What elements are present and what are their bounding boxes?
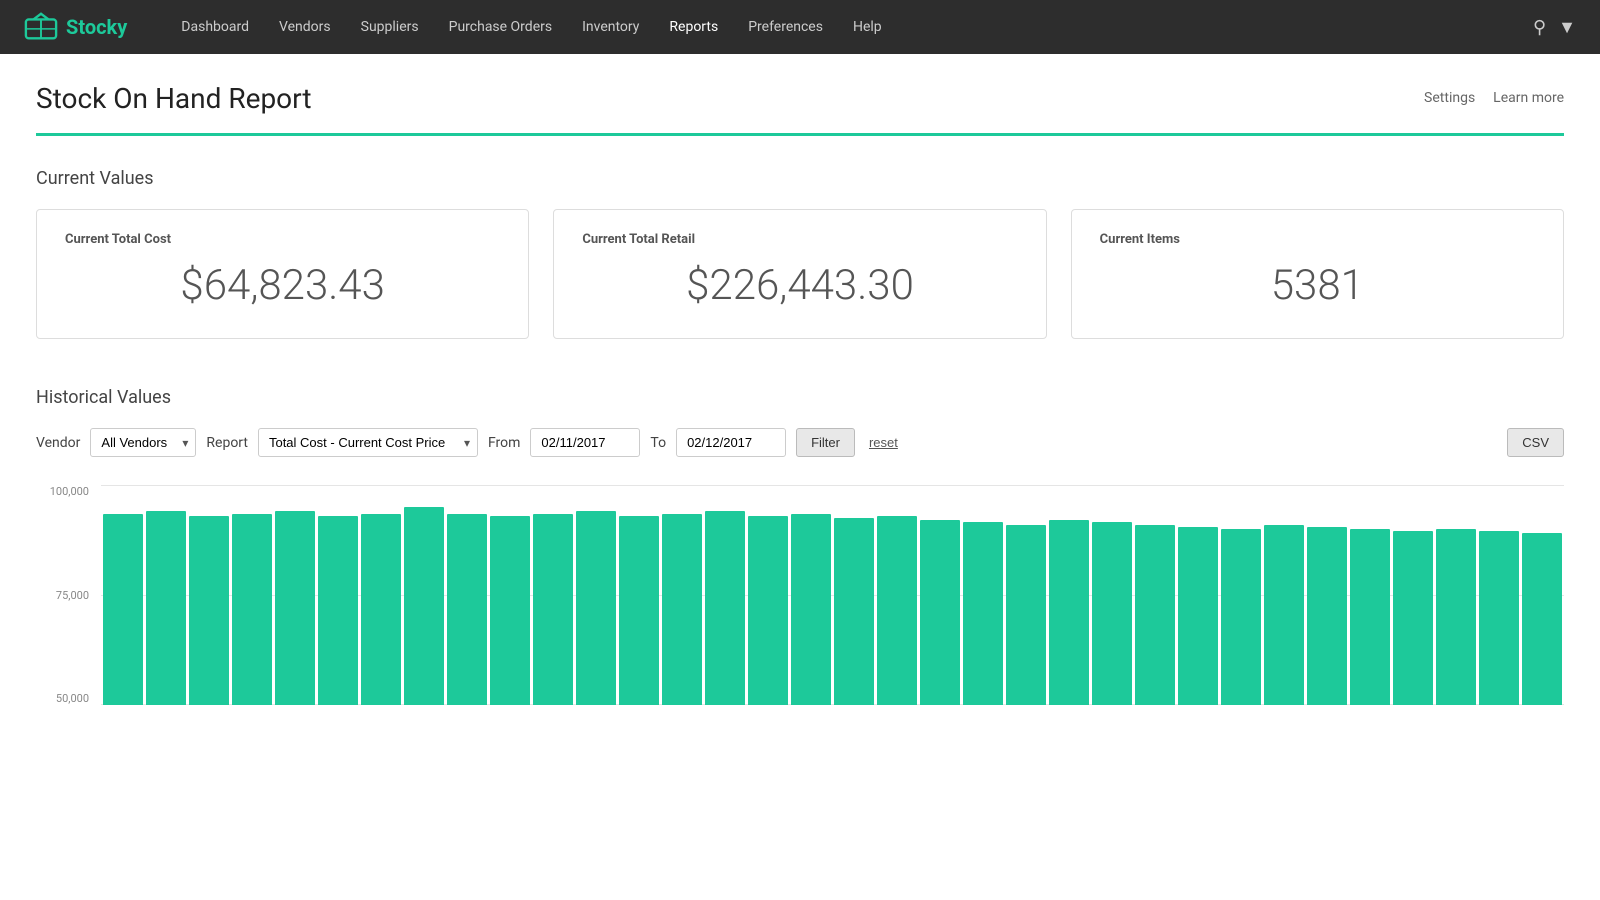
chart-bar [877,516,917,705]
vendor-select[interactable]: All Vendors [90,428,196,457]
card-current-items-value: 5381 [1100,261,1535,310]
chart-bar [920,520,960,705]
chart-bar [1049,520,1089,705]
chart-bar [1092,522,1132,705]
to-label: To [650,435,666,451]
card-total-retail-label: Current Total Retail [582,232,1017,247]
chart-bar [619,516,659,705]
teal-divider [36,133,1564,136]
filters-row: Vendor All Vendors Report Total Cost - C… [36,428,1564,457]
filter-button[interactable]: Filter [796,428,855,457]
report-label: Report [206,435,248,451]
chart-bar [1350,529,1390,705]
chart-bar [146,511,186,705]
chart-bar [318,516,358,705]
chart-y-label-100k: 100,000 [50,485,89,498]
chart-bar [963,522,1003,705]
cards-row: Current Total Cost $64,823.43 Current To… [36,209,1564,339]
chart-bar [189,516,229,705]
nav-right: ⚲ ▼ [1533,17,1576,38]
search-icon[interactable]: ⚲ [1533,17,1546,38]
logo-text: Stocky [66,15,127,39]
chart-bar [533,514,573,705]
chart-y-label-75k: 75,000 [56,589,89,602]
chart-bar [834,518,874,705]
nav-link-preferences[interactable]: Preferences [734,13,837,41]
from-label: From [488,435,520,451]
reset-button[interactable]: reset [865,429,902,456]
nav-link-purchase-orders[interactable]: Purchase Orders [435,13,566,41]
chart-bar [1178,527,1218,705]
from-date-input[interactable] [530,428,640,457]
historical-section: Historical Values Vendor All Vendors Rep… [36,387,1564,705]
chart-bar [1436,529,1476,705]
card-current-items: Current Items 5381 [1071,209,1564,339]
vendor-label: Vendor [36,435,80,451]
chart-bar [361,514,401,705]
chart-bar [275,511,315,705]
report-select[interactable]: Total Cost - Current Cost Price [258,428,478,457]
page-content: Stock On Hand Report Settings Learn more… [0,54,1600,705]
chart-bar [576,511,616,705]
chart-bar [1135,525,1175,705]
historical-values-title: Historical Values [36,387,1564,408]
chart-bar [404,507,444,705]
settings-link[interactable]: Settings [1424,90,1475,106]
page-actions: Settings Learn more [1424,82,1564,106]
learn-more-link[interactable]: Learn more [1493,90,1564,106]
page-header: Stock On Hand Report Settings Learn more [36,82,1564,115]
chart-bar [791,514,831,705]
nav-link-vendors[interactable]: Vendors [265,13,345,41]
chart-bar [662,514,702,705]
chart-bar [748,516,788,705]
chart-bar [1264,525,1304,705]
chart-bar [103,514,143,705]
chart-y-label-50k: 50,000 [56,692,89,705]
chart-bar [705,511,745,705]
chart-bar [1522,533,1562,705]
chart-bar [1479,531,1519,705]
navigation: Stocky Dashboard Vendors Suppliers Purch… [0,0,1600,54]
chart-bar [1307,527,1347,705]
nav-link-dashboard[interactable]: Dashboard [167,13,263,41]
current-values-section: Current Values Current Total Cost $64,82… [36,168,1564,339]
page-title: Stock On Hand Report [36,82,311,115]
nav-links: Dashboard Vendors Suppliers Purchase Ord… [167,13,1533,41]
current-values-title: Current Values [36,168,1564,189]
csv-button[interactable]: CSV [1507,428,1564,457]
nav-link-help[interactable]: Help [839,13,896,41]
vendor-select-wrapper: All Vendors [90,428,196,457]
nav-link-reports[interactable]: Reports [655,13,732,41]
chart-bar [447,514,487,705]
logo-icon [24,10,58,44]
chart-area: 100,000 75,000 50,000 [36,485,1564,705]
chart-bars [101,485,1564,705]
card-total-cost-label: Current Total Cost [65,232,500,247]
to-date-input[interactable] [676,428,786,457]
card-total-retail: Current Total Retail $226,443.30 [553,209,1046,339]
report-select-wrapper: Total Cost - Current Cost Price [258,428,478,457]
card-total-cost: Current Total Cost $64,823.43 [36,209,529,339]
nav-link-inventory[interactable]: Inventory [568,13,653,41]
nav-dropdown-icon[interactable]: ▼ [1558,17,1576,38]
chart-bars-wrapper [101,485,1564,705]
chart-y-axis: 100,000 75,000 50,000 [36,485,101,705]
chart-bar [1221,529,1261,705]
chart-bar [1006,525,1046,705]
chart-bar [232,514,272,705]
card-total-cost-value: $64,823.43 [65,261,500,310]
chart-bar [1393,531,1433,705]
card-current-items-label: Current Items [1100,232,1535,247]
card-total-retail-value: $226,443.30 [582,261,1017,310]
logo[interactable]: Stocky [24,10,127,44]
nav-link-suppliers[interactable]: Suppliers [347,13,433,41]
chart-bar [490,516,530,705]
